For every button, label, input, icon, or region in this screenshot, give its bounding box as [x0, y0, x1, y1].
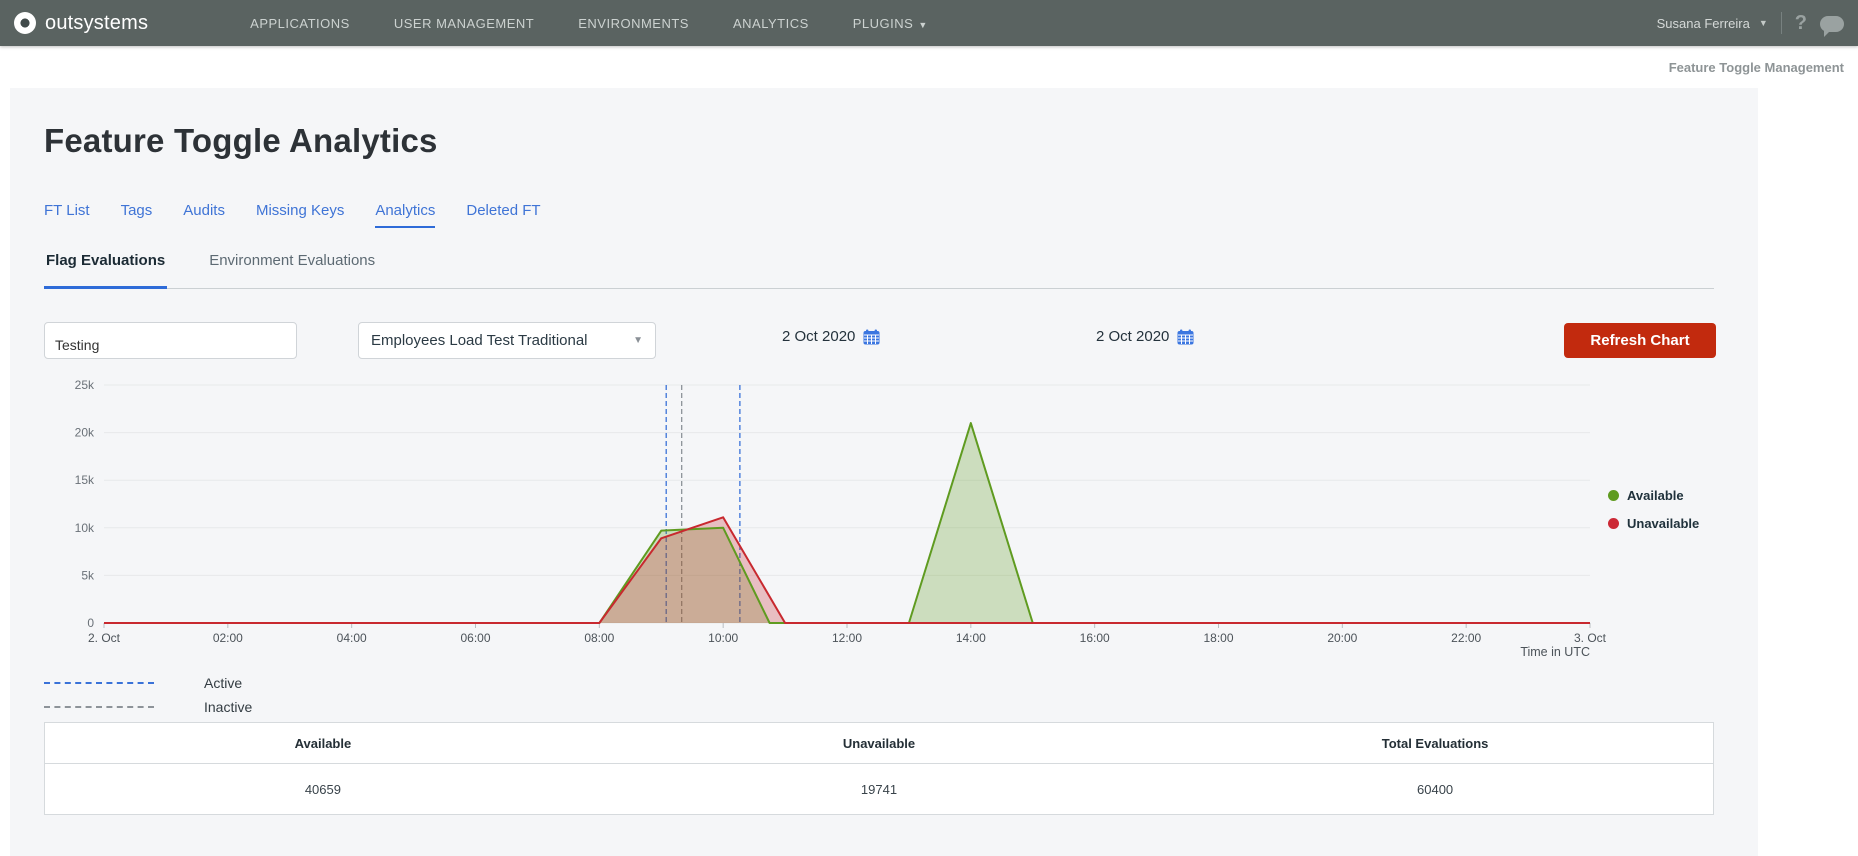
evaluations-summary-table: Available Unavailable Total Evaluations …	[44, 722, 1714, 815]
flag-select-value: Employees Load Test Traditional	[371, 332, 588, 349]
date-to-value: 2 Oct 2020	[1096, 328, 1170, 345]
legend-row-active: Active	[44, 674, 252, 691]
svg-text:10:00: 10:00	[708, 631, 738, 645]
feedback-bubble-icon[interactable]	[1820, 16, 1844, 37]
header-total-evaluations: Total Evaluations	[1157, 722, 1714, 764]
inactive-dashed-line-icon	[44, 705, 154, 708]
header-unavailable: Unavailable	[600, 722, 1158, 764]
nav-item-plugins-label: PLUGINS	[852, 15, 914, 31]
brand-name: outsystems	[45, 11, 149, 34]
subtab-bar: Flag Evaluations Environment Evaluations	[44, 246, 1714, 289]
svg-text:12:00: 12:00	[832, 631, 862, 645]
legend-item-available: Available	[1608, 488, 1699, 503]
svg-text:16:00: 16:00	[1080, 631, 1110, 645]
legend-label: Unavailable	[1627, 516, 1700, 531]
flag-search-input[interactable]	[44, 322, 297, 359]
value-unavailable: 19741	[860, 781, 898, 797]
svg-text:08:00: 08:00	[584, 631, 614, 645]
legend-item-unavailable: Unavailable	[1608, 516, 1699, 531]
nav-item-analytics[interactable]: ANALYTICS	[733, 16, 809, 31]
chart-legend: Available Unavailable	[1608, 488, 1699, 531]
breadcrumb[interactable]: Feature Toggle Management	[1669, 60, 1844, 75]
tab-tags[interactable]: Tags	[121, 202, 153, 228]
evaluations-chart: 0 5k 10k 15k 20k 25k 2. Oct 02:00 04:00 06:00 08:0…	[75, 378, 1607, 659]
table-row: 40659 19741 60400	[45, 764, 1714, 815]
flag-select[interactable]: Employees Load Test Traditional ▼	[358, 322, 656, 359]
user-menu[interactable]: Susana Ferreira	[1657, 16, 1750, 31]
status-line-legend: Active Inactive	[44, 674, 252, 715]
outsystems-logo-icon	[14, 12, 36, 34]
svg-text:04:00: 04:00	[337, 631, 367, 645]
nav-item-user-management[interactable]: USER MANAGEMENT	[394, 16, 534, 31]
tab-analytics[interactable]: Analytics	[375, 202, 436, 228]
svg-text:14:00: 14:00	[956, 631, 986, 645]
calendar-icon[interactable]	[863, 329, 880, 345]
unavailable-dot-icon	[1608, 518, 1619, 529]
chevron-down-icon: ▼	[918, 19, 928, 30]
available-dot-icon	[1608, 490, 1619, 501]
nav-divider	[1780, 12, 1782, 34]
svg-text:10k: 10k	[75, 521, 95, 535]
tab-ft-list[interactable]: FT List	[44, 202, 90, 228]
svg-text:06:00: 06:00	[460, 631, 490, 645]
svg-text:5k: 5k	[81, 568, 95, 582]
top-nav: outsystems APPLICATIONS USER MANAGEMENT …	[0, 0, 1858, 46]
svg-text:02:00: 02:00	[213, 631, 243, 645]
nav-menu: APPLICATIONS USER MANAGEMENT ENVIRONMENT…	[250, 16, 928, 31]
nav-item-applications[interactable]: APPLICATIONS	[250, 16, 350, 31]
tab-bar: FT List Tags Audits Missing Keys Analyti…	[44, 202, 541, 228]
subtab-environment-evaluations[interactable]: Environment Evaluations	[207, 246, 377, 288]
tab-deleted-ft[interactable]: Deleted FT	[466, 202, 540, 228]
nav-right: Susana Ferreira ▼ ?	[1657, 12, 1858, 37]
nav-item-environments[interactable]: ENVIRONMENTS	[578, 16, 689, 31]
subtab-flag-evaluations[interactable]: Flag Evaluations	[44, 246, 168, 289]
help-icon[interactable]: ?	[1795, 13, 1807, 33]
calendar-icon[interactable]	[1177, 329, 1194, 345]
refresh-chart-button[interactable]: Refresh Chart	[1564, 323, 1716, 358]
content-panel: Feature Toggle Analytics FT List Tags Au…	[10, 88, 1758, 856]
legend-row-inactive: Inactive	[44, 698, 252, 715]
legend-label: Active	[204, 674, 243, 691]
svg-text:Time in UTC: Time in UTC	[1520, 645, 1590, 659]
select-caret-icon: ▼	[633, 335, 643, 346]
date-from-value: 2 Oct 2020	[782, 328, 856, 345]
table-header-row: Available Unavailable Total Evaluations	[44, 722, 1714, 764]
svg-text:22:00: 22:00	[1451, 631, 1481, 645]
breadcrumb-bar: Feature Toggle Management	[0, 46, 1858, 88]
tab-missing-keys[interactable]: Missing Keys	[256, 202, 344, 228]
legend-label: Available	[1627, 488, 1684, 503]
value-total-evaluations: 60400	[1417, 781, 1454, 797]
svg-text:25k: 25k	[75, 378, 95, 392]
brand[interactable]: outsystems	[14, 12, 148, 35]
value-available: 40659	[304, 781, 341, 797]
svg-text:20:00: 20:00	[1327, 631, 1357, 645]
header-available: Available	[44, 722, 601, 764]
active-dashed-line-icon	[44, 681, 154, 684]
svg-text:18:00: 18:00	[1203, 631, 1233, 645]
svg-text:20k: 20k	[75, 426, 95, 440]
tab-audits[interactable]: Audits	[183, 202, 225, 228]
date-from-field[interactable]: 2 Oct 2020	[782, 328, 880, 345]
date-to-field[interactable]: 2 Oct 2020	[1096, 328, 1194, 345]
legend-label: Inactive	[204, 698, 253, 715]
nav-item-plugins[interactable]: PLUGINS ▼	[853, 16, 928, 31]
svg-text:2. Oct: 2. Oct	[88, 631, 121, 645]
page-title: Feature Toggle Analytics	[44, 122, 438, 159]
svg-text:0: 0	[87, 616, 94, 630]
svg-text:15k: 15k	[75, 473, 95, 487]
svg-text:3. Oct: 3. Oct	[1574, 631, 1607, 645]
user-menu-caret-icon[interactable]: ▼	[1759, 18, 1768, 28]
